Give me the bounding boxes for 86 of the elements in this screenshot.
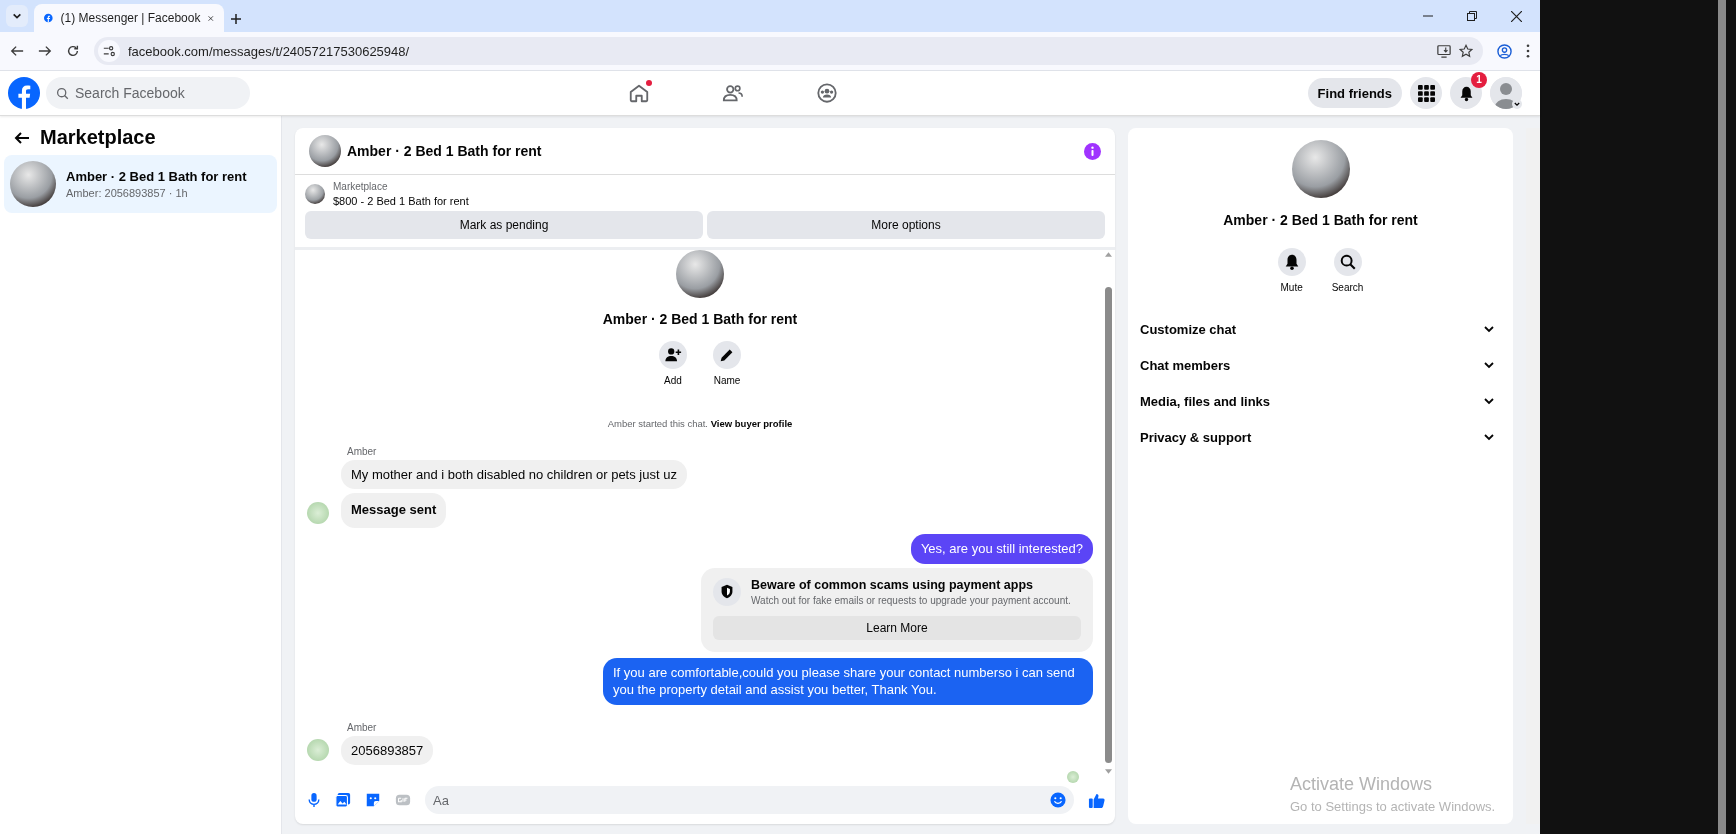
search-icon	[1338, 253, 1357, 271]
search-icon	[56, 86, 69, 100]
message-bubble: Yes, are you still interested?	[910, 534, 1093, 564]
chevron-down-icon	[1483, 395, 1495, 407]
thumbs-up-icon[interactable]	[1088, 791, 1105, 809]
conversation-item[interactable]: Amber · 2 Bed 1 Bath for rent Amber: 2056893857 · 1h	[4, 155, 277, 213]
browser-tab[interactable]: (1) Messenger | Facebook	[34, 4, 224, 32]
photo-placeholder	[309, 135, 341, 167]
install-app-icon[interactable]	[1437, 44, 1451, 58]
new-tab-icon[interactable]	[230, 13, 242, 25]
warning-title: Beware of common scams using payment apps	[751, 577, 1035, 592]
chevron-down-icon	[1483, 431, 1495, 443]
facebook-logo-icon[interactable]	[8, 77, 40, 109]
search-field[interactable]: Search Facebook	[46, 77, 250, 109]
facebook-logo-icon	[44, 11, 53, 25]
sender-name: Amber	[347, 446, 378, 457]
chevron-down-icon	[1483, 359, 1495, 371]
avatar	[307, 738, 329, 761]
menu-icon[interactable]	[1526, 44, 1530, 58]
scroll-down-icon[interactable]	[1104, 769, 1112, 774]
message-bubble: Message sent	[341, 493, 447, 528]
sender-name: Amber	[347, 721, 378, 733]
home-icon	[628, 82, 650, 104]
reload-icon[interactable]	[66, 44, 80, 58]
listing-title: $800 - 2 Bed 1 Bath for rent	[333, 195, 469, 207]
profile-name: Amber · 2 Bed 1 Bath for rent	[602, 311, 798, 327]
people-icon	[722, 82, 744, 104]
shield-icon	[720, 584, 734, 600]
address-bar[interactable]: facebook.com/messages/t/24057217530625948/	[94, 37, 1483, 65]
forward-arrow-icon[interactable]	[38, 44, 52, 58]
tab-list-button[interactable]	[6, 5, 28, 27]
message-bubble: My mother and i both disabled no children or pets just uz	[341, 460, 687, 489]
message-field[interactable]: Aa	[425, 786, 1074, 814]
nav-button[interactable]	[814, 80, 840, 106]
restore-icon[interactable]	[1467, 11, 1477, 21]
smiley-icon[interactable]	[1050, 792, 1066, 808]
back-arrow-icon[interactable]	[10, 44, 24, 58]
listing-action-button[interactable]: More options	[707, 211, 1105, 239]
chevron-down-icon	[1483, 323, 1495, 335]
listing-label: Marketplace	[333, 181, 389, 192]
grid-icon	[1417, 84, 1435, 102]
conversation-preview: Amber: 2056893857 · 1h	[66, 187, 189, 199]
message-bubble: If you are comfortable,could you please share your contact numberso i can send you the property detail and assist you better, Thank You.	[603, 657, 1093, 705]
group-icon	[816, 82, 838, 104]
message-input[interactable]: Aa	[433, 792, 1050, 808]
avatar	[307, 502, 329, 524]
warning-text: Watch out for fake emails or requests to upgrade your payment account.	[751, 594, 1071, 606]
find-friends-button[interactable]: Find friends	[1307, 78, 1402, 108]
details-section[interactable]: Media, files and links	[1140, 383, 1501, 419]
site-settings-icon[interactable]	[102, 44, 116, 58]
info-icon[interactable]	[1084, 142, 1101, 160]
notification-badge: 1	[1471, 72, 1487, 88]
close-icon[interactable]	[1511, 10, 1522, 22]
search-input[interactable]: Search Facebook	[75, 85, 235, 101]
profile-name: Amber · 2 Bed 1 Bath for rent	[1223, 212, 1418, 228]
view-profile-link[interactable]: View buyer profile	[710, 418, 793, 429]
back-arrow-icon[interactable]	[14, 129, 30, 146]
image-icon[interactable]	[335, 792, 351, 808]
star-icon[interactable]	[1459, 44, 1473, 58]
details-section[interactable]: Customize chat	[1140, 311, 1501, 347]
notifications-button[interactable]	[1450, 77, 1482, 109]
scroll-up-icon[interactable]	[1104, 252, 1112, 257]
activation-notice-text: Go to Settings to activate Windows.	[1290, 799, 1496, 814]
photo-placeholder	[10, 161, 56, 207]
microphone-icon[interactable]	[307, 792, 321, 808]
photo-placeholder	[305, 184, 325, 204]
details-section[interactable]: Chat members	[1140, 347, 1501, 383]
chat-title: Amber · 2 Bed 1 Bath for rent	[347, 143, 543, 159]
apps-button[interactable]	[1410, 77, 1442, 109]
photo-placeholder	[676, 250, 724, 298]
activation-notice-title: Activate Windows	[1290, 774, 1434, 795]
scrollbar[interactable]	[1718, 0, 1726, 834]
sidebar-title: Marketplace	[40, 126, 156, 149]
profile-icon[interactable]	[1497, 43, 1512, 59]
sticker-icon[interactable]	[365, 792, 381, 808]
notification-dot	[646, 80, 652, 86]
message-bubble: 2056893857	[341, 735, 434, 765]
chevron-down-icon	[12, 11, 22, 21]
learn-more-button[interactable]: Learn More	[713, 615, 1081, 640]
chat-notice: Amber started this chat. View buyer profile	[606, 418, 794, 429]
add-person-icon	[664, 346, 682, 364]
details-section[interactable]: Privacy & support	[1140, 419, 1501, 455]
seen-avatar	[1067, 770, 1079, 783]
listing-action-button[interactable]: Mark as pending	[305, 211, 703, 239]
conversation-title: Amber · 2 Bed 1 Bath for rent	[66, 169, 247, 184]
scrollbar[interactable]	[1526, 128, 1540, 824]
